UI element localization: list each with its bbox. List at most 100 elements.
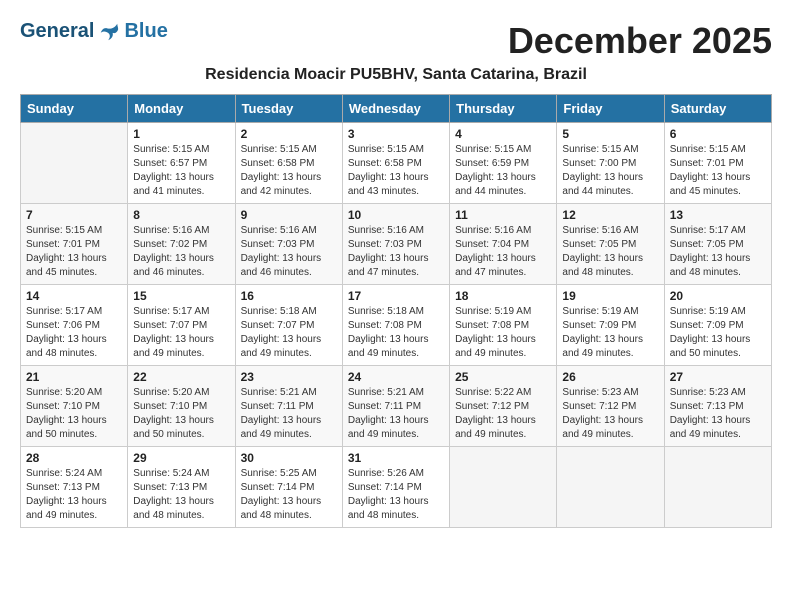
logo-area: General Blue: [20, 20, 168, 43]
sunset-text: Sunset: 7:06 PM: [26, 320, 100, 331]
cell-content: Sunrise: 5:17 AM Sunset: 7:05 PM Daylight:…: [670, 224, 766, 280]
sunrise-text: Sunrise: 5:15 AM: [133, 144, 209, 155]
daylight-text: Daylight: 13 hours and 48 minutes.: [133, 496, 214, 521]
cell-4-6: [664, 447, 771, 528]
cell-content: Sunrise: 5:15 AMSunset: 7:01 PMDaylight:…: [670, 143, 766, 199]
daylight-text: Daylight: 13 hours and 49 minutes.: [348, 415, 429, 440]
cell-2-5: 19 Sunrise: 5:19 AMSunset: 7:09 PMDayligh…: [557, 285, 664, 366]
cell-content: Sunrise: 5:15 AMSunset: 6:58 PMDaylight:…: [348, 143, 444, 199]
cell-content: Sunrise: 5:20 AMSunset: 7:10 PMDaylight:…: [133, 386, 229, 442]
day-number: 10: [348, 208, 444, 222]
sunset-text: Sunset: 7:01 PM: [26, 239, 100, 250]
cell-content: Sunrise: 5:19 AMSunset: 7:09 PMDaylight:…: [562, 305, 658, 361]
daylight-text: Daylight: 13 hours and 43 minutes.: [348, 172, 429, 197]
sunrise-text: Sunrise: 5:24 AM: [26, 468, 102, 479]
sunrise-text: Sunrise: 5:17 AM: [26, 306, 102, 317]
day-number: 9: [241, 208, 337, 222]
cell-3-6: 27Sunrise: 5:23 AMSunset: 7:13 PMDayligh…: [664, 366, 771, 447]
col-monday: Monday: [128, 95, 235, 123]
sunrise-text: Sunrise: 5:17 AM: [670, 225, 746, 236]
col-wednesday: Wednesday: [342, 95, 449, 123]
cell-3-3: 24Sunrise: 5:21 AMSunset: 7:11 PMDayligh…: [342, 366, 449, 447]
cell-content: Sunrise: 5:18 AMSunset: 7:07 PMDaylight:…: [241, 305, 337, 361]
cell-1-6: 13Sunrise: 5:17 AMSunset: 7:05 PMDayligh…: [664, 204, 771, 285]
day-number: 31: [348, 451, 444, 465]
calendar-table: Sunday Monday Tuesday Wednesday Thursday…: [20, 94, 772, 528]
sunrise-text: Sunrise: 5:17 AM: [133, 306, 209, 317]
daylight-text: Daylight: 13 hours and 49 minutes.: [241, 334, 322, 359]
sunset-text: Sunset: 7:12 PM: [455, 401, 529, 412]
cell-2-3: 17Sunrise: 5:18 AMSunset: 7:08 PMDayligh…: [342, 285, 449, 366]
sunrise-text: Sunrise: 5:16 AM: [133, 225, 209, 236]
page-wrapper: General Blue December 2025 Residencia Mo…: [20, 20, 772, 528]
daylight-text: Daylight: 13 hours and 49 minutes.: [562, 334, 643, 359]
day-number: 27: [670, 370, 766, 384]
daylight-text: Daylight: 13 hours and 47 minutes.: [455, 253, 536, 278]
col-tuesday: Tuesday: [235, 95, 342, 123]
day-number: 19: [562, 289, 658, 303]
day-number: 20: [670, 289, 766, 303]
day-number: 4: [455, 127, 551, 141]
cell-content: Sunrise: 5:16 AMSunset: 7:03 PMDaylight:…: [241, 224, 337, 280]
cell-1-1: 8Sunrise: 5:16 AMSunset: 7:02 PMDaylight…: [128, 204, 235, 285]
day-number: 26: [562, 370, 658, 384]
week-row-0: 1 Sunrise: 5:15 AMSunset: 6:57 PMDaylight…: [21, 123, 772, 204]
sunset-text: Sunset: 7:05 PM: [670, 239, 744, 250]
cell-1-3: 10 Sunrise: 5:16 AMSunset: 7:03 PMDayligh…: [342, 204, 449, 285]
sunrise-text: Sunrise: 5:23 AM: [562, 387, 638, 398]
cell-4-0: 28 Sunrise: 5:24 AMSunset: 7:13 PMDayligh…: [21, 447, 128, 528]
daylight-text: Daylight: 13 hours and 49 minutes.: [133, 334, 214, 359]
cell-content: Sunrise: 5:15 AMSunset: 6:57 PMDaylight:…: [133, 143, 229, 199]
cell-content: Sunrise: 5:16 AMSunset: 7:04 PMDaylight:…: [455, 224, 551, 280]
sunrise-text: Sunrise: 5:24 AM: [133, 468, 209, 479]
cell-content: Sunrise: 5:17 AMSunset: 7:07 PMDaylight:…: [133, 305, 229, 361]
week-row-3: 21 Sunrise: 5:20 AMSunset: 7:10 PMDayligh…: [21, 366, 772, 447]
day-number: 22: [133, 370, 229, 384]
cell-content: Sunrise: 5:15 AMSunset: 7:00 PMDaylight:…: [562, 143, 658, 199]
cell-4-5: [557, 447, 664, 528]
cell-1-0: 7Sunrise: 5:15 AMSunset: 7:01 PMDaylight…: [21, 204, 128, 285]
cell-content: Sunrise: 5:23 AMSunset: 7:13 PMDaylight:…: [670, 386, 766, 442]
subtitle: Residencia Moacir PU5BHV, Santa Catarina…: [20, 66, 772, 84]
sunset-text: Sunset: 7:08 PM: [348, 320, 422, 331]
cell-content: Sunrise: 5:24 AMSunset: 7:13 PMDaylight:…: [26, 467, 122, 523]
day-number: 21: [26, 370, 122, 384]
day-number: 29: [133, 451, 229, 465]
day-number: 30: [241, 451, 337, 465]
sunset-text: Sunset: 7:14 PM: [241, 482, 315, 493]
daylight-text: Daylight: 13 hours and 48 minutes.: [670, 253, 751, 278]
cell-content: Sunrise: 5:21 AMSunset: 7:11 PMDaylight:…: [348, 386, 444, 442]
cell-3-0: 21Sunrise: 5:20 AMSunset: 7:10 PMDayligh…: [21, 366, 128, 447]
sunrise-text: Sunrise: 5:15 AM: [562, 144, 638, 155]
daylight-text: Daylight: 13 hours and 49 minutes.: [241, 415, 322, 440]
sunrise-text: Sunrise: 5:19 AM: [562, 306, 638, 317]
sunset-text: Sunset: 7:11 PM: [348, 401, 421, 412]
cell-2-1: 15Sunrise: 5:17 AMSunset: 7:07 PMDayligh…: [128, 285, 235, 366]
cell-content: Sunrise: 5:15 AMSunset: 6:59 PMDaylight:…: [455, 143, 551, 199]
sunrise-text: Sunrise: 5:15 AM: [348, 144, 424, 155]
day-number: 28: [26, 451, 122, 465]
cell-2-4: 18Sunrise: 5:19 AMSunset: 7:08 PMDayligh…: [450, 285, 557, 366]
cell-content: Sunrise: 5:22 AMSunset: 7:12 PMDaylight:…: [455, 386, 551, 442]
daylight-text: Daylight: 13 hours and 50 minutes.: [133, 415, 214, 440]
cell-content: Sunrise: 5:16 AMSunset: 7:05 PMDaylight:…: [562, 224, 658, 280]
cell-content: Sunrise: 5:16 AMSunset: 7:03 PMDaylight:…: [348, 224, 444, 280]
sunrise-text: Sunrise: 5:18 AM: [241, 306, 317, 317]
sunrise-text: Sunrise: 5:23 AM: [670, 387, 746, 398]
sunrise-text: Sunrise: 5:25 AM: [241, 468, 317, 479]
cell-0-1: 1 Sunrise: 5:15 AMSunset: 6:57 PMDaylight…: [128, 123, 235, 204]
daylight-text: Daylight: 13 hours and 49 minutes.: [348, 334, 429, 359]
sunrise-text: Sunrise: 5:19 AM: [455, 306, 531, 317]
cell-4-1: 29Sunrise: 5:24 AMSunset: 7:13 PMDayligh…: [128, 447, 235, 528]
cell-0-5: 5Sunrise: 5:15 AMSunset: 7:00 PMDaylight…: [557, 123, 664, 204]
sunset-text: Sunset: 7:13 PM: [670, 401, 744, 412]
sunset-text: Sunset: 7:03 PM: [348, 239, 422, 250]
day-number: 1: [133, 127, 229, 141]
cell-content: Sunrise: 5:19 AMSunset: 7:09 PMDaylight:…: [670, 305, 766, 361]
daylight-text: Daylight: 13 hours and 48 minutes.: [348, 496, 429, 521]
sunset-text: Sunset: 7:11 PM: [241, 401, 314, 412]
sunset-text: Sunset: 7:14 PM: [348, 482, 422, 493]
cell-0-4: 4 Sunrise: 5:15 AMSunset: 6:59 PMDaylight…: [450, 123, 557, 204]
sunset-text: Sunset: 6:58 PM: [241, 158, 315, 169]
sunrise-text: Sunrise: 5:16 AM: [455, 225, 531, 236]
